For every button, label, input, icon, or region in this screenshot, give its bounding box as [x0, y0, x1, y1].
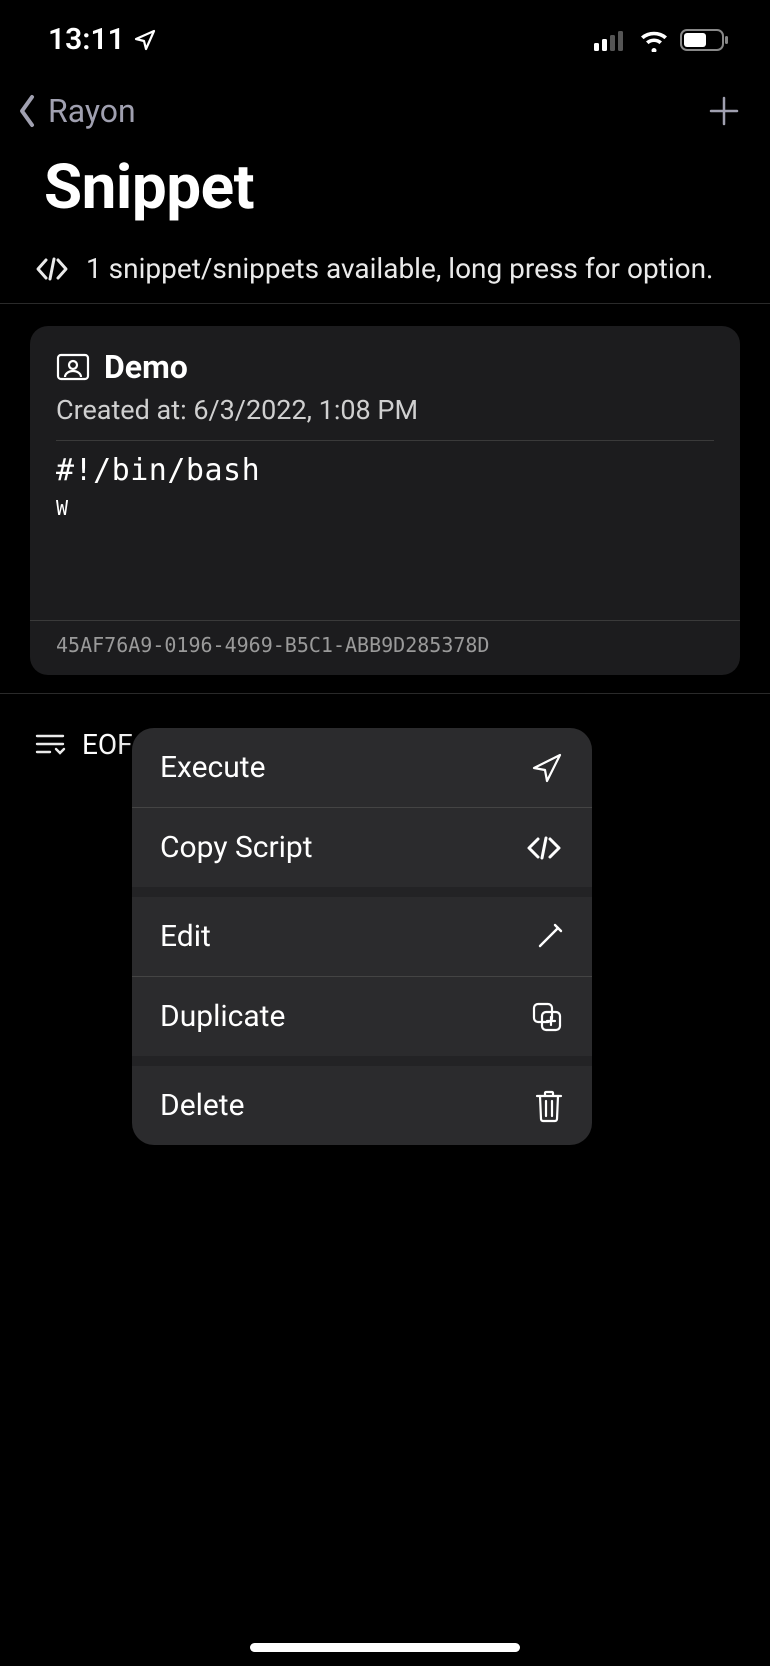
- context-menu: Execute Copy Script Edit Duplicate: [132, 728, 592, 1145]
- chevron-left-icon: [12, 91, 42, 131]
- snippet-code: #!/bin/bash W: [30, 441, 740, 520]
- pencil-icon: [534, 922, 564, 952]
- eof-label: EOF: [82, 728, 133, 761]
- trash-icon: [534, 1089, 564, 1123]
- status-time: 13:11: [48, 22, 125, 57]
- menu-item-copy-script[interactable]: Copy Script: [132, 808, 592, 887]
- subtitle-text: 1 snippet/snippets available, long press…: [86, 252, 713, 285]
- menu-item-label: Delete: [160, 1088, 245, 1123]
- menu-item-label: Edit: [160, 919, 211, 954]
- add-button[interactable]: [706, 93, 742, 129]
- nav-bar: Rayon: [0, 67, 770, 139]
- snippet-card[interactable]: Demo Created at: 6/3/2022, 1:08 PM #!/bi…: [30, 326, 740, 675]
- back-button[interactable]: Rayon: [12, 91, 136, 131]
- cellular-icon: [594, 29, 628, 51]
- menu-item-label: Duplicate: [160, 999, 285, 1034]
- menu-item-label: Copy Script: [160, 830, 313, 865]
- location-icon: [133, 28, 157, 52]
- wifi-icon: [638, 28, 670, 52]
- code-icon: [524, 833, 564, 863]
- home-indicator[interactable]: [250, 1643, 520, 1652]
- snippet-title: Demo: [104, 348, 188, 386]
- status-bar: 13:11: [0, 0, 770, 67]
- menu-item-edit[interactable]: Edit: [132, 897, 592, 976]
- duplicate-icon: [530, 1000, 564, 1034]
- subtitle-row: 1 snippet/snippets available, long press…: [0, 252, 770, 304]
- page-title: Snippet: [0, 139, 770, 252]
- menu-item-delete[interactable]: Delete: [132, 1066, 592, 1145]
- code-icon: [34, 255, 70, 283]
- list-end-icon: [34, 732, 66, 758]
- battery-icon: [680, 28, 730, 52]
- back-label: Rayon: [48, 92, 136, 130]
- person-card-icon: [56, 353, 90, 381]
- snippet-meta: Created at: 6/3/2022, 1:08 PM: [30, 394, 740, 440]
- snippet-id: 45AF76A9-0196-4969-B5C1-ABB9D285378D: [30, 620, 740, 657]
- menu-item-duplicate[interactable]: Duplicate: [132, 977, 592, 1056]
- menu-item-execute[interactable]: Execute: [132, 728, 592, 807]
- send-icon: [530, 751, 564, 785]
- menu-item-label: Execute: [160, 750, 266, 785]
